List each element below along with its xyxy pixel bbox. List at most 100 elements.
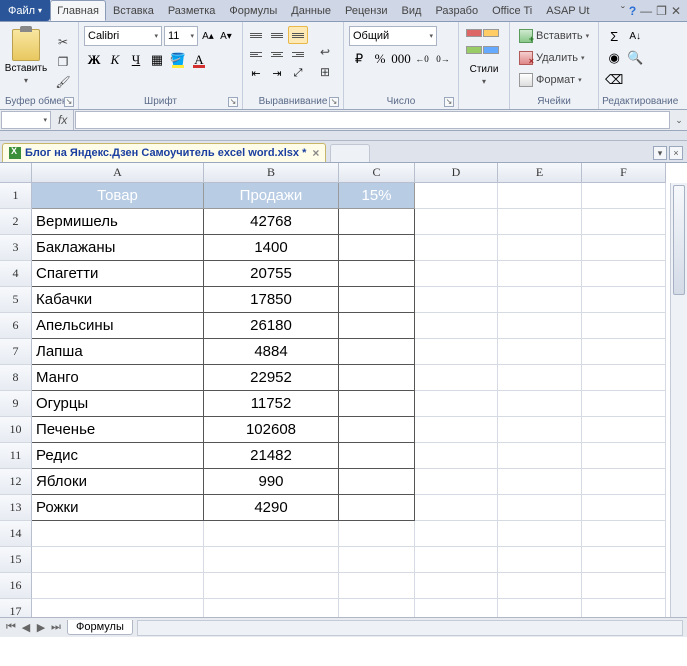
ribbon-tab-данные[interactable]: Данные	[284, 0, 338, 21]
row-header-3[interactable]: 3	[0, 235, 32, 261]
orientation-button[interactable]: ⤢	[288, 64, 308, 82]
cell[interactable]	[582, 417, 666, 443]
cell[interactable]	[498, 313, 582, 339]
cell[interactable]	[498, 287, 582, 313]
cell[interactable]	[32, 573, 204, 599]
table-cell[interactable]	[339, 469, 415, 495]
fx-icon[interactable]: fx	[52, 110, 74, 130]
column-header-E[interactable]: E	[498, 163, 582, 183]
font-name-selector[interactable]: Calibri▾	[84, 26, 162, 46]
table-header[interactable]: 15%	[339, 183, 415, 209]
cell[interactable]	[204, 521, 339, 547]
table-cell[interactable]: Редис	[32, 443, 204, 469]
cell[interactable]	[582, 573, 666, 599]
row-header-10[interactable]: 10	[0, 417, 32, 443]
format-painter-button[interactable]: 🖌	[53, 73, 73, 91]
cell[interactable]	[415, 183, 498, 209]
delete-cells-button[interactable]: Удалить▾	[515, 48, 593, 68]
table-cell[interactable]: Яблоки	[32, 469, 204, 495]
name-box[interactable]: ▾	[1, 111, 51, 129]
cell[interactable]	[415, 339, 498, 365]
cell[interactable]	[582, 521, 666, 547]
shrink-font-button[interactable]: A▾	[218, 27, 234, 45]
dialog-launcher-icon[interactable]: ↘	[329, 97, 339, 107]
row-header-15[interactable]: 15	[0, 547, 32, 573]
decrease-decimal-button[interactable]: 0→	[433, 49, 453, 69]
table-cell[interactable]	[339, 391, 415, 417]
scrollbar-thumb[interactable]	[673, 185, 685, 295]
cell[interactable]	[582, 469, 666, 495]
table-cell[interactable]: Спагетти	[32, 261, 204, 287]
cell[interactable]	[339, 547, 415, 573]
table-cell[interactable]: 1400	[204, 235, 339, 261]
table-cell[interactable]	[339, 365, 415, 391]
cell[interactable]	[582, 495, 666, 521]
cell[interactable]	[415, 417, 498, 443]
ribbon-tab-формулы[interactable]: Формулы	[222, 0, 284, 21]
cell[interactable]	[32, 547, 204, 573]
cell[interactable]	[582, 443, 666, 469]
cell[interactable]	[498, 235, 582, 261]
table-cell[interactable]	[339, 417, 415, 443]
cell[interactable]	[498, 521, 582, 547]
cell[interactable]	[415, 261, 498, 287]
cell[interactable]	[415, 365, 498, 391]
table-cell[interactable]: Рожки	[32, 495, 204, 521]
cell[interactable]	[415, 521, 498, 547]
workbook-close-icon[interactable]: ×	[669, 146, 683, 160]
expand-formula-bar-icon[interactable]: ⌄	[671, 110, 687, 130]
ribbon-tab-рецензи[interactable]: Рецензи	[338, 0, 395, 21]
cell[interactable]	[415, 391, 498, 417]
cell[interactable]	[498, 261, 582, 287]
cell[interactable]	[498, 209, 582, 235]
cell[interactable]	[498, 417, 582, 443]
row-header-6[interactable]: 6	[0, 313, 32, 339]
column-header-D[interactable]: D	[415, 163, 498, 183]
cell[interactable]	[32, 521, 204, 547]
row-header-7[interactable]: 7	[0, 339, 32, 365]
cell[interactable]	[582, 183, 666, 209]
ribbon-tab-вид[interactable]: Вид	[395, 0, 429, 21]
close-tab-icon[interactable]: ×	[312, 146, 319, 160]
cell[interactable]	[582, 261, 666, 287]
italic-button[interactable]: К	[105, 50, 125, 70]
table-cell[interactable]	[339, 235, 415, 261]
ribbon-tab-главная[interactable]: Главная	[50, 0, 106, 21]
table-cell[interactable]: Огурцы	[32, 391, 204, 417]
workbook-tab-ghost[interactable]	[330, 144, 370, 162]
align-right-button[interactable]	[288, 45, 308, 63]
window-close-icon[interactable]: ✕	[671, 4, 681, 18]
grow-font-button[interactable]: A▴	[200, 27, 216, 45]
table-cell[interactable]: Манго	[32, 365, 204, 391]
clear-button[interactable]: ⌫	[604, 70, 624, 90]
ribbon-tab-разрабо[interactable]: Разрабо	[428, 0, 485, 21]
cell[interactable]	[582, 391, 666, 417]
table-cell[interactable]: 21482	[204, 443, 339, 469]
cell[interactable]	[582, 287, 666, 313]
workbook-tab-active[interactable]: Блог на Яндекс.Дзен Самоучитель excel wo…	[2, 143, 326, 162]
cell[interactable]	[204, 573, 339, 599]
cell[interactable]	[415, 573, 498, 599]
comma-button[interactable]: 000	[391, 49, 411, 69]
merge-button[interactable]: ⊞	[312, 63, 338, 81]
table-cell[interactable]: Вермишель	[32, 209, 204, 235]
wrap-text-button[interactable]: ↩	[312, 43, 338, 61]
align-left-button[interactable]	[246, 45, 266, 63]
column-header-C[interactable]: C	[339, 163, 415, 183]
ribbon-tab-вставка[interactable]: Вставка	[106, 0, 161, 21]
row-header-13[interactable]: 13	[0, 495, 32, 521]
currency-button[interactable]: ₽	[349, 49, 369, 69]
find-button[interactable]: 🔍	[625, 48, 645, 68]
cell[interactable]	[498, 573, 582, 599]
row-header-8[interactable]: 8	[0, 365, 32, 391]
cell[interactable]	[415, 495, 498, 521]
cell[interactable]	[498, 365, 582, 391]
sheet-nav-prev-icon[interactable]: ◀	[19, 621, 33, 635]
cell[interactable]	[339, 521, 415, 547]
cell[interactable]	[415, 469, 498, 495]
increase-indent-button[interactable]: ⇥	[267, 64, 287, 82]
sheet-tab-active[interactable]: Формулы	[67, 620, 133, 635]
align-bottom-button[interactable]	[288, 26, 308, 44]
table-cell[interactable]: Лапша	[32, 339, 204, 365]
fill-color-button[interactable]: 🪣	[168, 50, 188, 70]
